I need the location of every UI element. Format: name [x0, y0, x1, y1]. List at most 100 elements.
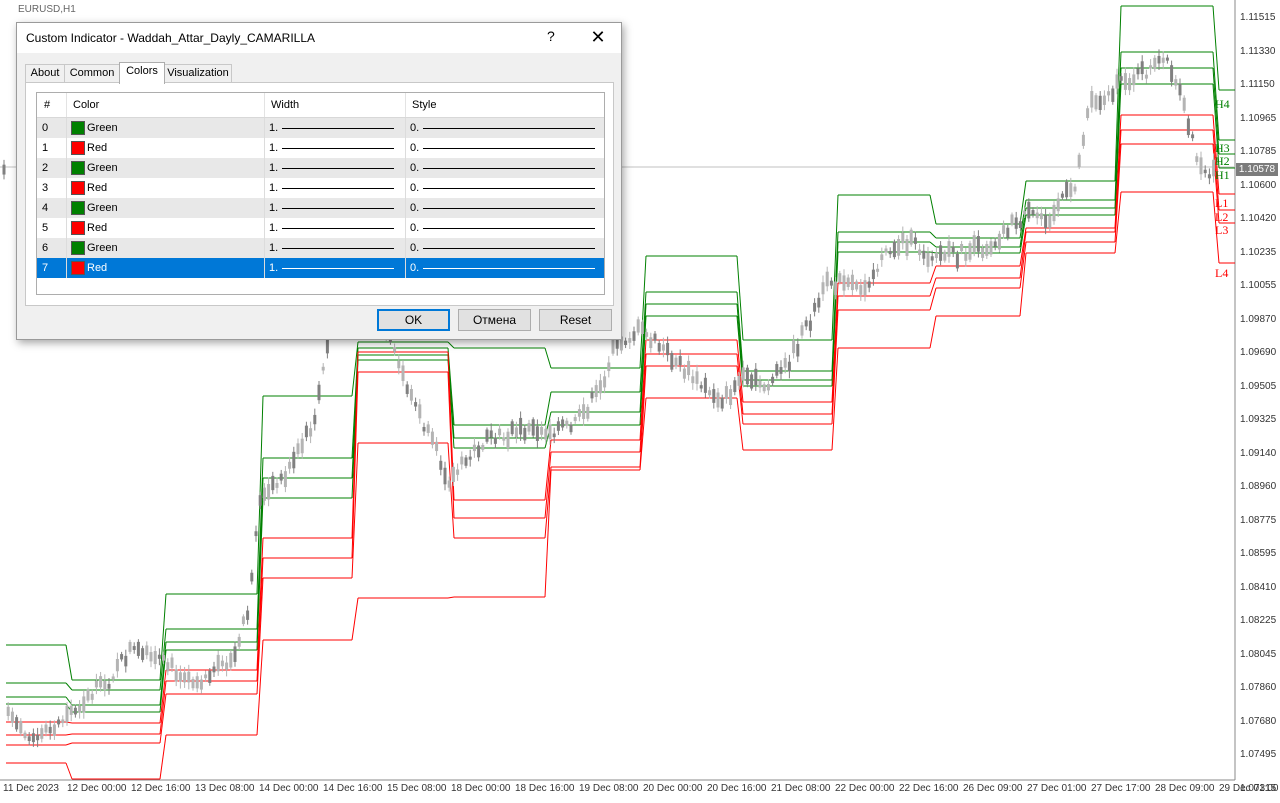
table-row[interactable]: 2 Green 1. 0. [37, 158, 604, 178]
candle-body [548, 424, 552, 440]
tab-about[interactable]: About [25, 64, 65, 83]
tab-visualization[interactable]: Visualization [164, 64, 232, 83]
width-line-sample [282, 188, 394, 189]
candle-body [661, 344, 665, 351]
color-swatch-icon[interactable] [71, 241, 85, 255]
style-value[interactable]: 0. [410, 222, 419, 234]
candle-body [674, 357, 678, 367]
level-tag-h2: H2 [1215, 154, 1230, 168]
color-name[interactable]: Green [87, 122, 118, 134]
candle-body [174, 669, 178, 682]
style-value[interactable]: 0. [410, 182, 419, 194]
candle-body [493, 437, 497, 444]
candle-body [804, 320, 808, 327]
price-tick-label: 1.08225 [1240, 615, 1277, 626]
style-value[interactable]: 0. [410, 142, 419, 154]
width-value[interactable]: 1. [269, 222, 278, 234]
table-row[interactable]: 3 Red 1. 0. [37, 178, 604, 198]
close-button[interactable]: ✕ [583, 28, 613, 48]
style-value[interactable]: 0. [410, 122, 419, 134]
width-value[interactable]: 1. [269, 242, 278, 254]
level-connector [65, 762, 73, 780]
custom-indicator-dialog[interactable]: Custom Indicator - Waddah_Attar_Dayly_CA… [16, 22, 622, 340]
column-header-style[interactable]: Style [412, 99, 436, 111]
candle-body [888, 251, 892, 255]
candle-body [292, 451, 296, 469]
level-connector [159, 734, 167, 780]
candle-body [586, 406, 590, 419]
candle-body [145, 645, 149, 656]
color-swatch-icon[interactable] [71, 161, 85, 175]
color-swatch-icon[interactable] [71, 261, 85, 275]
candle-body [451, 466, 455, 482]
candle-body [708, 390, 712, 396]
candle-body [981, 247, 985, 258]
column-header-width[interactable]: Width [271, 99, 299, 111]
candle-body [27, 736, 31, 742]
table-row[interactable]: 5 Red 1. 0. [37, 218, 604, 238]
candle-body [48, 726, 52, 734]
width-line-sample [282, 128, 394, 129]
color-name[interactable]: Green [87, 242, 118, 254]
color-name[interactable]: Red [87, 222, 107, 234]
width-value[interactable]: 1. [269, 122, 278, 134]
reset-button[interactable]: Reset [539, 309, 612, 331]
candle-body [792, 340, 796, 354]
color-swatch-icon[interactable] [71, 201, 85, 215]
candle-body [1107, 91, 1111, 96]
candle-body [262, 487, 266, 501]
color-name[interactable]: Red [87, 182, 107, 194]
style-value[interactable]: 0. [410, 262, 419, 274]
tab-colors[interactable]: Colors [119, 62, 165, 84]
candle-body [1086, 108, 1090, 119]
color-name[interactable]: Red [87, 142, 107, 154]
cancel-button[interactable]: Отмена [458, 309, 531, 331]
candle-body [943, 251, 947, 261]
color-name[interactable]: Red [87, 262, 107, 274]
color-swatch-icon[interactable] [71, 181, 85, 195]
color-name[interactable]: Green [87, 202, 118, 214]
help-button[interactable]: ? [547, 28, 555, 44]
style-value[interactable]: 0. [410, 202, 419, 214]
width-value[interactable]: 1. [269, 182, 278, 194]
table-row[interactable]: 0 Green 1. 0. [37, 118, 604, 138]
width-value[interactable]: 1. [269, 162, 278, 174]
style-value[interactable]: 0. [410, 162, 419, 174]
candle-body [729, 389, 733, 406]
price-tick-label: 1.10055 [1240, 280, 1277, 291]
colors-table[interactable]: # Color Width Style 0 Green 1. 0. 1 Red 1. 0. 2 G… [36, 92, 605, 295]
candle-body [258, 495, 262, 506]
level-tag-h4: H4 [1215, 97, 1230, 111]
table-row[interactable]: 6 Green 1. 0. [37, 238, 604, 258]
color-swatch-icon[interactable] [71, 221, 85, 235]
table-row[interactable]: 1 Red 1. 0. [37, 138, 604, 158]
candle-body [15, 717, 19, 730]
width-value[interactable]: 1. [269, 142, 278, 154]
price-tick-label: 1.08045 [1240, 648, 1277, 660]
candle-body [225, 662, 229, 670]
candle-body [636, 319, 640, 333]
candle-body [678, 356, 682, 366]
candle-body [208, 670, 212, 683]
width-value[interactable]: 1. [269, 202, 278, 214]
candle-body [1039, 213, 1043, 220]
color-swatch-icon[interactable] [71, 141, 85, 155]
width-value[interactable]: 1. [269, 262, 278, 274]
table-row[interactable]: 7 Red 1. 0. [37, 258, 604, 278]
current-price-label: 1.10578 [1236, 163, 1278, 176]
ok-button[interactable]: OK [377, 309, 450, 331]
table-row[interactable]: 4 Green 1. 0. [37, 198, 604, 218]
style-value[interactable]: 0. [410, 242, 419, 254]
time-tick-label: 14 Dec 16:00 [323, 783, 383, 794]
candle-body [561, 419, 565, 428]
color-swatch-icon[interactable] [71, 121, 85, 135]
candle-body [628, 338, 632, 343]
width-line-sample [282, 228, 394, 229]
row-index: 0 [42, 122, 49, 134]
column-header-color[interactable]: Color [73, 99, 99, 111]
level-connector [929, 251, 937, 254]
color-name[interactable]: Green [87, 162, 118, 174]
dialog-titlebar[interactable]: Custom Indicator - Waddah_Attar_Dayly_CA… [17, 23, 621, 53]
tab-common[interactable]: Common [64, 64, 120, 83]
column-header-index[interactable]: # [44, 99, 50, 111]
